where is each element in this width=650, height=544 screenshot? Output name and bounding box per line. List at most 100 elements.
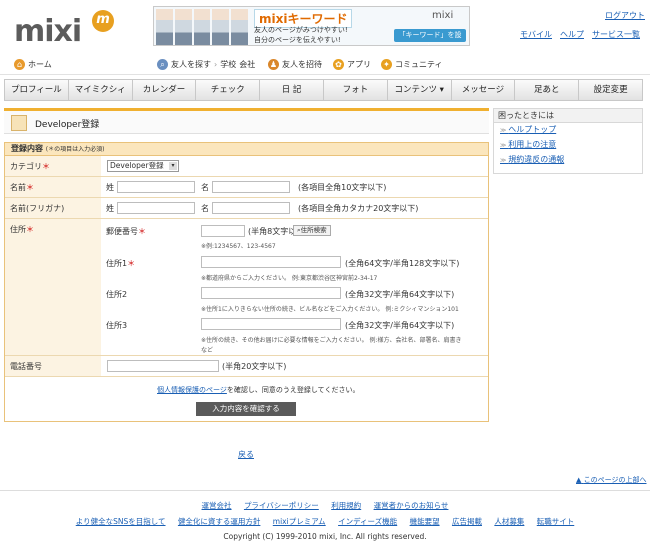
name-label-text: 名前 [10,183,26,192]
help-top-link[interactable]: ヘルプトップ [500,123,642,138]
address1-label-text: 住所1 [106,259,128,268]
tab-mymixi[interactable]: マイミクシィ [69,80,133,100]
name-hint: (各項目全角10文字以下) [298,183,387,192]
tab-message[interactable]: メッセージ [452,80,516,100]
tab-photo[interactable]: フォト [324,80,388,100]
footer-privacy-link[interactable]: プライバシーポリシー [244,501,319,510]
phone-input[interactable] [107,360,219,372]
address1-input[interactable] [201,256,341,268]
footer-news-link[interactable]: 運営者からのお知らせ [374,501,449,510]
copyright: Copyright (C) 1999-2010 mixi, Inc. All r… [223,532,427,541]
nav-invite-label: 友人を招待 [282,60,322,69]
footer-link-career[interactable]: 転職サイト [537,517,575,526]
banner-keyword-button[interactable]: 「キーワード」を設定! [394,29,466,45]
footer-link-requests[interactable]: 機能要望 [410,517,440,526]
address-search-label: 住所検索 [300,226,327,234]
privacy-link[interactable]: 個人情報保護のページ [157,386,227,394]
nav-home[interactable]: ⌂ ホーム [14,59,52,70]
search-icon: ⌕ [157,59,168,70]
name-label: 名前＊ [5,177,101,197]
address3-input[interactable] [201,318,341,330]
nav-find-friends[interactable]: ⌕ 友人を探す › 学校 会社 [157,59,255,70]
tab-diary[interactable]: 日 記 [260,80,324,100]
banner-line1: 友人のページがみつけやすい! [254,26,348,34]
footer-link-sns[interactable]: より健全なSNSを目指して [76,517,166,526]
last-name-label: 姓 [106,183,114,192]
footer-company-link[interactable]: 運営会社 [202,501,232,510]
phone-label: 電話番号 [5,356,101,376]
nav-school[interactable]: 学校 [220,59,236,70]
apps-icon: ✿ [333,59,344,70]
address1-hint: (全角64文字/半角128文字以下) [345,259,460,268]
tab-footprints[interactable]: 足あと [515,80,580,100]
help-link[interactable]: ヘルプ [560,29,584,40]
footer-link-policy[interactable]: 健全化に資する運用方針 [178,517,261,526]
back-link[interactable]: 戻る [238,449,254,460]
services-link[interactable]: サービス一覧 [592,29,640,40]
community-icon: ✦ [381,59,392,70]
zip-input[interactable] [201,225,245,237]
last-name-input[interactable] [117,181,195,193]
address2-input[interactable] [201,287,341,299]
home-icon: ⌂ [14,59,25,70]
zip-note: ※例:1234567、123-4567 [201,243,276,250]
nav-home-label: ホーム [28,60,52,69]
nav-community-label: コミュニティ [395,60,443,69]
nav-apps-label: アプリ [347,60,371,69]
help-sidebar: 困ったときには ヘルプトップ 利用上の注意 規約違反の通報 [493,108,643,174]
address-search-button[interactable]: ⌕住所検索 [293,225,331,236]
help-sidebar-title: 困ったときには [494,109,642,123]
nav-invite[interactable]: ♟ 友人を招待 [268,59,322,70]
tab-contents[interactable]: コンテンツ ▾ [388,80,452,100]
footer-link-jobs[interactable]: 人材募集 [494,517,524,526]
category-label-text: カテゴリ [10,162,42,171]
confirm-button[interactable]: 入力内容を確認する [196,402,296,416]
address2-hint: (全角32文字/半角64文字以下) [345,290,455,299]
first-name-kana-label: 名 [201,204,209,213]
tab-profile[interactable]: プロフィール [5,80,69,100]
first-name-kana-input[interactable] [212,202,290,214]
main-nav: プロフィール マイミクシィ カレンダー チェック 日 記 フォト コンテンツ ▾… [4,79,643,101]
zip-label: 郵便番号＊ [106,226,146,237]
footer-link-premium[interactable]: mixiプレミアム [273,517,326,526]
invite-icon: ♟ [268,59,279,70]
category-select-value: Developer登録 [110,161,164,170]
address2-note: ※住所1に入りきらない住所の続き、ビル名などをご入力ください。 例:ミクシィマン… [201,306,459,313]
logout-link[interactable]: ログアウト [605,10,645,21]
tab-settings[interactable]: 設定変更 [579,80,642,100]
keyword-banner[interactable]: mixiキーワード mixi 友人のページがみつけやすい! 自分のページを伝えや… [153,6,470,46]
nav-apps[interactable]: ✿ アプリ [333,59,371,70]
arrow-up-icon: ▲ [576,476,582,484]
page-top-label: このページの上部へ [583,476,647,484]
mobile-link[interactable]: モバイル [520,29,552,40]
page-top-link[interactable]: ▲ このページの上部へ [576,475,647,485]
last-name-kana-input[interactable] [117,202,195,214]
kana-label: 名前(フリガナ) [5,198,101,218]
phone-row: 電話番号 (半角20文字以下) [5,356,488,377]
footer-terms-link[interactable]: 利用規約 [331,501,361,510]
category-label: カテゴリ＊ [5,156,101,176]
nav-company[interactable]: 会社 [239,59,255,70]
page-title-box: Developer登録 [4,108,489,134]
required-mark: ＊ [26,183,34,192]
footer-links-row1: 運営会社 プライバシーポリシー 利用規約 運営者からのお知らせ [0,500,650,511]
footer-links-row2: より健全なSNSを目指して 健全化に資する運用方針 mixiプレミアム インディ… [0,516,650,527]
tab-calendar[interactable]: カレンダー [133,80,197,100]
category-select[interactable]: Developer登録 ▾ [107,160,179,172]
address2-label: 住所2 [106,290,128,299]
usage-notes-link[interactable]: 利用上の注意 [500,138,642,153]
address3-label: 住所3 [106,321,128,330]
user-icon [11,115,27,131]
mixi-logo[interactable]: mixi [14,14,82,49]
last-name-kana-label: 姓 [106,204,114,213]
logo-text: mixi [14,14,82,49]
report-violation-link[interactable]: 規約違反の通報 [500,153,642,168]
address-row: 住所＊ 郵便番号＊ (半角8文字以下) ⌕住所検索 ※例:1234567、123… [5,219,488,356]
tab-check[interactable]: チェック [196,80,261,100]
nav-community[interactable]: ✦ コミュニティ [381,59,443,70]
footer-link-ads[interactable]: 広告掲載 [452,517,482,526]
first-name-input[interactable] [212,181,290,193]
first-name-label: 名 [201,183,209,192]
footer-link-indies[interactable]: インディーズ機能 [338,517,397,526]
required-mark: ＊ [26,225,34,234]
